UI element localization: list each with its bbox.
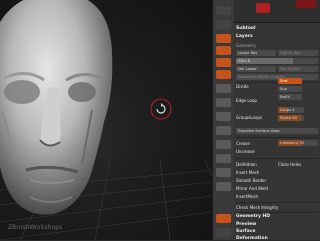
edge-loop-button[interactable]: Edge Loop bbox=[236, 98, 257, 103]
shelf-button-15[interactable] bbox=[216, 214, 231, 223]
rotate-icon bbox=[150, 98, 172, 120]
deformation-section[interactable]: Deformation bbox=[236, 236, 268, 241]
record-button[interactable] bbox=[256, 3, 270, 13]
uncrease-button[interactable]: Uncrease bbox=[236, 149, 255, 154]
shelf-button-16[interactable] bbox=[216, 228, 231, 237]
sculpt-head-model[interactable] bbox=[0, 0, 132, 222]
check-mesh-button[interactable]: Check Mesh Integrity bbox=[236, 205, 278, 210]
shelf-draw-button[interactable] bbox=[216, 34, 231, 43]
shelf-button-1[interactable] bbox=[216, 6, 231, 15]
crease-level-slider[interactable]: CreaseLvl 15 bbox=[278, 140, 318, 146]
del-higher-button[interactable]: Del Higher bbox=[278, 66, 318, 72]
shelf-button-14[interactable] bbox=[216, 182, 231, 191]
shelf-button-10[interactable] bbox=[216, 126, 231, 135]
sdiv-label: SDiv 6 bbox=[238, 58, 251, 63]
delhidden-button[interactable]: DelHidden bbox=[236, 162, 257, 167]
geometry-hd-section[interactable]: Geometry HD bbox=[236, 214, 270, 219]
equalize-surface-button[interactable]: Equalize Surface Area bbox=[236, 128, 318, 134]
preview-section[interactable]: Preview bbox=[236, 222, 256, 227]
canvas-viewport[interactable]: ZBrushWorkshops bbox=[0, 0, 212, 240]
insertmesh-button[interactable]: InsertMesh bbox=[236, 194, 258, 199]
divider bbox=[236, 82, 318, 83]
tool-palette: Subtool Layers Geometry Lower Res Higher… bbox=[234, 0, 320, 241]
mirror-weld-button[interactable]: Mirror And Weld bbox=[236, 186, 268, 191]
sdiv-slider[interactable]: SDiv 6 bbox=[236, 58, 318, 64]
crease-level-label: CreaseLvl 15 bbox=[280, 140, 305, 145]
divider bbox=[236, 202, 318, 203]
shelf-rotate-button[interactable] bbox=[216, 70, 231, 79]
reuv-button[interactable]: ReUV bbox=[278, 94, 302, 100]
shelf-button-8[interactable] bbox=[216, 98, 231, 107]
layers-section[interactable]: Layers bbox=[236, 34, 253, 39]
shelf-button-12[interactable] bbox=[216, 154, 231, 163]
shelf-button-13[interactable] bbox=[216, 168, 231, 177]
shelf-button-2[interactable] bbox=[216, 20, 231, 29]
snapshot-button[interactable] bbox=[296, 0, 316, 8]
geometry-section[interactable]: Geometry bbox=[236, 43, 256, 48]
suv-toggle[interactable]: Suv bbox=[278, 86, 302, 92]
higher-res-button[interactable]: Higher Res bbox=[278, 50, 318, 56]
divider bbox=[236, 212, 318, 213]
divider bbox=[236, 158, 318, 159]
shelf-move-button[interactable] bbox=[216, 46, 231, 55]
palette-header bbox=[234, 0, 320, 23]
surface-section[interactable]: Surface bbox=[236, 229, 255, 234]
lower-res-button[interactable]: Lower Res bbox=[236, 50, 276, 56]
del-lower-button[interactable]: Del Lower bbox=[236, 66, 276, 72]
close-holes-button[interactable]: Close Holes bbox=[278, 162, 301, 167]
divider bbox=[236, 137, 318, 138]
shelf-button-7[interactable] bbox=[216, 84, 231, 93]
loops-label: Loops 4 bbox=[280, 107, 295, 112]
loops-slider[interactable]: Loops 4 bbox=[278, 107, 304, 113]
shelf-button-11[interactable] bbox=[216, 140, 231, 149]
smt-toggle[interactable]: Smt bbox=[278, 78, 302, 84]
insert-mesh-button[interactable]: Insert Mesh bbox=[236, 170, 259, 175]
shelf-scale-button[interactable] bbox=[216, 58, 231, 67]
groups-loops-button[interactable]: GroupsLoops bbox=[236, 115, 262, 120]
watermark-text: ZBrushWorkshops bbox=[8, 224, 63, 231]
polish-slider[interactable]: Polish 90 bbox=[278, 115, 304, 121]
right-shelf bbox=[212, 0, 236, 240]
reproject-button[interactable]: Reproject Higher Subdiv bbox=[236, 74, 318, 80]
polish-label: Polish 90 bbox=[280, 115, 298, 120]
subtool-section[interactable]: Subtool bbox=[236, 26, 256, 31]
smooth-border-button[interactable]: Smooth Border bbox=[236, 178, 266, 183]
crease-button[interactable]: Crease bbox=[236, 141, 250, 146]
divide-button[interactable]: Divide bbox=[236, 84, 249, 89]
shelf-button-9[interactable] bbox=[216, 112, 231, 121]
